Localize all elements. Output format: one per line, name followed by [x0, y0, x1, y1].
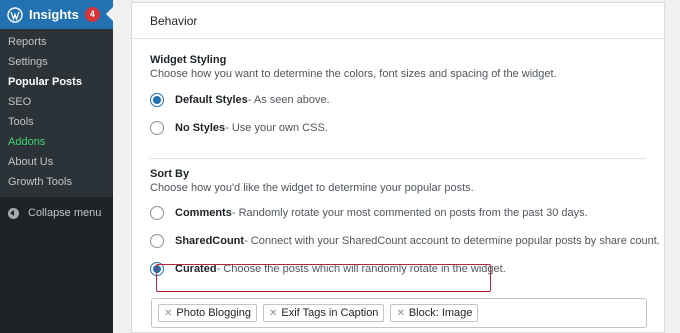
admin-sidebar: Insights 4 Reports Settings Popular Post…	[0, 0, 113, 333]
submenu-item-about-us[interactable]: About Us	[0, 152, 113, 172]
radio-no-styles[interactable]	[150, 121, 164, 135]
sort-by-section: Sort By Choose how you'd like the widget…	[132, 168, 664, 278]
submenu-item-addons[interactable]: Addons	[0, 132, 113, 152]
section-divider	[150, 158, 646, 159]
tag-chip: ✕ Photo Blogging	[158, 304, 258, 322]
sort-by-description: Choose how you'd like the widget to dete…	[150, 182, 474, 194]
insights-submenu: Reports Settings Popular Posts SEO Tools…	[0, 29, 113, 197]
insights-icon	[7, 6, 23, 23]
option-sharedcount[interactable]: SharedCount - Connect with your SharedCo…	[150, 232, 664, 250]
menu-insights-label: Insights	[29, 7, 79, 22]
tag-label: Photo Blogging	[176, 307, 252, 319]
option-label: Default Styles	[175, 94, 248, 106]
option-detail: - Randomly rotate your most commented on…	[231, 207, 588, 219]
behavior-panel: Behavior Widget Styling Choose how you w…	[131, 2, 665, 333]
curated-posts-input[interactable]: ✕ Photo Blogging ✕ Exif Tags in Caption …	[151, 298, 647, 328]
submenu-item-popular-posts[interactable]: Popular Posts	[0, 72, 113, 92]
menu-insights[interactable]: Insights 4	[0, 0, 113, 29]
option-detail: - As seen above.	[247, 94, 330, 106]
remove-tag-icon[interactable]: ✕	[164, 308, 172, 319]
option-default-styles[interactable]: Default Styles - As seen above.	[150, 91, 664, 109]
remove-tag-icon[interactable]: ✕	[269, 308, 277, 319]
tag-chip: ✕ Block: Image	[390, 304, 479, 322]
widget-styling-description: Choose how you want to determine the col…	[150, 68, 557, 80]
widget-styling-section: Widget Styling Choose how you want to de…	[132, 54, 664, 137]
option-label: SharedCount	[175, 235, 245, 247]
collapse-menu-button[interactable]: Collapse menu	[0, 200, 113, 226]
collapse-menu-label: Collapse menu	[28, 207, 102, 219]
radio-default-styles[interactable]	[150, 93, 164, 107]
tag-chip: ✕ Exif Tags in Caption	[263, 304, 385, 322]
radio-sharedcount[interactable]	[150, 234, 164, 248]
tag-label: Block: Image	[408, 307, 473, 319]
notification-badge: 4	[84, 7, 100, 22]
option-detail: - Use your own CSS.	[225, 122, 328, 134]
option-comments[interactable]: Comments - Randomly rotate your most com…	[150, 204, 664, 222]
submenu-item-tools[interactable]: Tools	[0, 112, 113, 132]
option-detail: - Connect with your SharedCount account …	[244, 235, 660, 247]
submenu-item-seo[interactable]: SEO	[0, 92, 113, 112]
submenu-item-reports[interactable]: Reports	[0, 32, 113, 52]
option-no-styles[interactable]: No Styles - Use your own CSS.	[150, 119, 664, 137]
submenu-item-settings[interactable]: Settings	[0, 52, 113, 72]
option-label: Comments	[175, 207, 232, 219]
submenu-item-growth-tools[interactable]: Growth Tools	[0, 172, 113, 192]
sort-by-title: Sort By	[150, 168, 190, 180]
current-menu-arrow	[106, 7, 113, 21]
tag-label: Exif Tags in Caption	[281, 307, 379, 319]
widget-styling-title: Widget Styling	[150, 54, 227, 66]
remove-tag-icon[interactable]: ✕	[396, 308, 404, 319]
curated-highlight-box	[156, 264, 491, 292]
option-label: No Styles	[175, 122, 226, 134]
collapse-icon	[8, 207, 19, 219]
radio-comments[interactable]	[150, 206, 164, 220]
panel-heading: Behavior	[132, 3, 664, 39]
